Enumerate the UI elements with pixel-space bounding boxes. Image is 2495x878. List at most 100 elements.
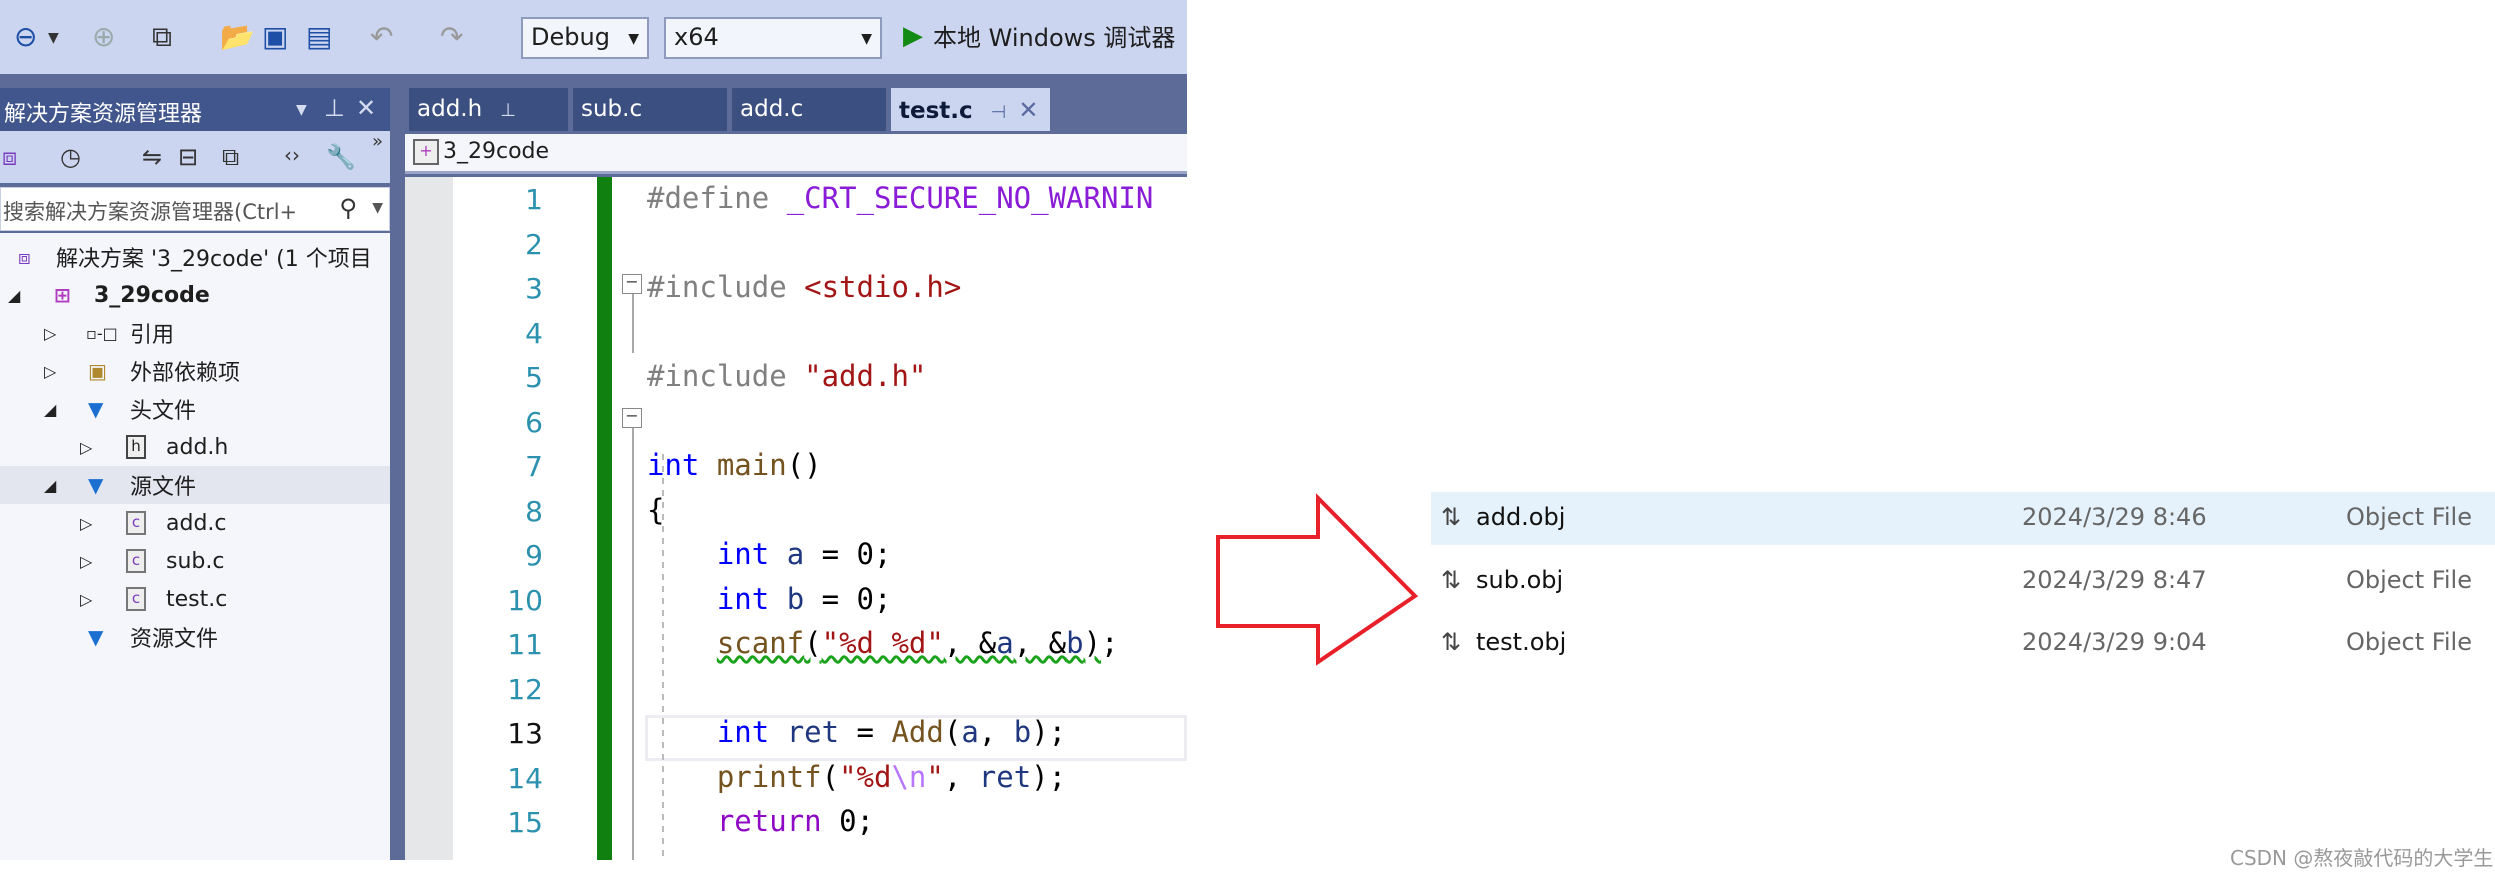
code-token: printf (716, 759, 822, 794)
filter-folder-icon: ▼ (88, 625, 104, 649)
tree-item-resource-files[interactable]: ▼ 资源文件 (0, 618, 390, 656)
code-token: <stdio.h> (804, 270, 962, 304)
code-line[interactable]: int ret = Add(a, b); (647, 715, 1066, 749)
tree-item-external-deps[interactable]: ▷ ▣ 外部依赖项 (0, 352, 390, 390)
code-line[interactable]: printf("%d\n", ret); (647, 760, 1066, 794)
code-token: ret (978, 759, 1032, 794)
tree-item-label: 头文件 (130, 399, 197, 424)
tab-add-c[interactable]: add.c (732, 88, 886, 131)
code-token: int (716, 537, 770, 571)
tree-item-solution[interactable]: ⧈ 解决方案 '3_29code' (1 个项目 (0, 238, 390, 276)
tree-item-sub-c[interactable]: ▷ c sub.c (0, 542, 390, 580)
solution-search-input[interactable]: 搜索解决方案资源管理器(Ctrl+ ⚲ ▼ (0, 187, 390, 231)
pending-changes-icon[interactable]: ◷ (60, 143, 81, 171)
overflow-icon[interactable]: » (372, 131, 383, 152)
code-line[interactable]: { (647, 493, 664, 527)
code-line[interactable]: return 0; (647, 804, 874, 838)
properties-wrench-icon[interactable]: 🔧 (326, 143, 356, 171)
close-icon[interactable]: ✕ (1018, 96, 1038, 124)
undo-icon[interactable]: ↶ (370, 20, 393, 53)
tree-item-add-h[interactable]: ▷ h add.h (0, 428, 390, 466)
code-line[interactable]: scanf("%d %d", &a, &b); (647, 626, 1119, 660)
collapse-all-icon[interactable]: ⊟ (178, 143, 198, 171)
code-line[interactable]: int b = 0; (647, 582, 892, 616)
code-view-icon[interactable]: ‹› (284, 143, 300, 167)
project-navigation-bar[interactable]: +3_29code (405, 134, 1187, 174)
new-project-icon[interactable]: ⧉ (152, 20, 172, 54)
tree-item-label: 资源文件 (130, 627, 219, 652)
back-icon[interactable]: ⊖ (14, 20, 37, 53)
collapsed-triangle-icon[interactable]: ▷ (44, 362, 56, 381)
solution-explorer-toolbar: ⧈ ◷ ⇋ ⊟ ⧉ ‹› 🔧 » (0, 131, 390, 183)
chevron-down-icon: ▼ (628, 31, 639, 47)
sync-icon[interactable]: ⇋ (142, 143, 162, 171)
close-icon[interactable]: ✕ (356, 94, 376, 122)
line-number: 6 (525, 405, 543, 439)
back-dropdown-icon[interactable]: ▼ (48, 30, 59, 46)
tab-label: add.h (417, 96, 483, 122)
panel-menu-icon[interactable]: ▼ (296, 102, 307, 118)
tree-item-project[interactable]: ◢ ⊞ 3_29code (0, 276, 390, 314)
tree-item-header-files[interactable]: ◢ ▼ 头文件 (0, 390, 390, 428)
line-number: 4 (525, 316, 543, 350)
code-line[interactable]: #define _CRT_SECURE_NO_WARNIN (647, 181, 1153, 215)
expanded-triangle-icon[interactable]: ◢ (8, 286, 20, 305)
save-all-icon[interactable]: ▤ (306, 20, 332, 53)
file-row[interactable]: ⇅ test.obj 2024/3/29 9:04 Object File (1431, 617, 2495, 670)
object-file-icon: ⇅ (1441, 566, 1462, 594)
tab-test-c[interactable]: test.c ⊣ ✕ (891, 88, 1050, 131)
collapsed-triangle-icon[interactable]: ▷ (80, 438, 92, 457)
solution-tree: ⧈ 解决方案 '3_29code' (1 个项目 ◢ ⊞ 3_29code ▷ … (0, 233, 390, 860)
collapsed-triangle-icon[interactable]: ▷ (80, 590, 92, 609)
code-line[interactable]: int a = 0; (647, 537, 892, 571)
code-editor[interactable]: − − 1 #define _CRT_SECURE_NO_WARNIN 2 3 #inc… (405, 177, 1187, 860)
save-icon[interactable]: ▣ (262, 20, 288, 53)
code-line[interactable]: #include <stdio.h> (647, 270, 961, 304)
switch-views-icon[interactable]: ⧈ (2, 143, 17, 171)
tree-item-label: 外部依赖项 (130, 361, 241, 386)
expanded-triangle-icon[interactable]: ◢ (44, 400, 56, 419)
header-file-icon: h (126, 435, 146, 459)
c-file-icon: c (126, 549, 146, 573)
file-row[interactable]: ⇅ add.obj 2024/3/29 8:46 Object File (1431, 492, 2495, 545)
tab-label: sub.c (581, 96, 643, 122)
collapsed-triangle-icon[interactable]: ▷ (44, 324, 56, 343)
code-token: #include (647, 359, 805, 393)
pin-icon[interactable]: ⊣ (991, 102, 1007, 123)
code-token: b (1066, 626, 1084, 660)
file-row[interactable]: ⇅ sub.obj 2024/3/29 8:47 Object File (1431, 555, 2495, 608)
platform-select[interactable]: x64 ▼ (664, 17, 882, 59)
code-token: () (786, 448, 822, 482)
expanded-triangle-icon[interactable]: ◢ (44, 476, 56, 495)
search-icon[interactable]: ⚲ (339, 194, 357, 222)
tab-sub-c[interactable]: sub.c (573, 88, 727, 131)
show-all-files-icon[interactable]: ⧉ (222, 143, 239, 171)
chevron-down-icon[interactable]: ▼ (372, 200, 383, 216)
code-line[interactable]: #include "add.h" (647, 359, 926, 393)
tree-item-add-c[interactable]: ▷ c add.c (0, 504, 390, 542)
collapse-icon[interactable]: − (622, 408, 642, 428)
code-token: { (647, 492, 665, 527)
code-token: a (996, 626, 1014, 660)
tree-item-source-files[interactable]: ◢ ▼ 源文件 (0, 466, 390, 504)
tab-add-h[interactable]: add.h ⊥ (409, 88, 568, 131)
pin-icon[interactable]: ⊥ (324, 94, 345, 122)
code-line[interactable]: int main() (647, 448, 822, 482)
collapsed-triangle-icon[interactable]: ▷ (80, 552, 92, 571)
pin-icon[interactable]: ⊥ (500, 100, 516, 121)
collapsed-triangle-icon[interactable]: ▷ (80, 514, 92, 533)
open-folder-icon[interactable]: 📂 (220, 20, 255, 53)
code-token: , & (943, 626, 997, 660)
start-debugging-button[interactable]: ▶ 本地 Windows 调试器 (903, 18, 1175, 53)
line-number: 7 (525, 450, 543, 483)
configuration-select[interactable]: Debug ▼ (521, 17, 649, 59)
code-token: #include (647, 270, 805, 304)
tree-item-test-c[interactable]: ▷ c test.c (0, 580, 390, 618)
tree-item-label: 源文件 (130, 475, 197, 500)
redo-icon[interactable]: ↷ (440, 20, 463, 53)
forward-icon[interactable]: ⊕ (92, 20, 115, 53)
tree-item-references[interactable]: ▷ ▫-□ 引用 (0, 314, 390, 352)
code-token: ret (769, 715, 840, 749)
collapse-icon[interactable]: − (622, 274, 642, 294)
